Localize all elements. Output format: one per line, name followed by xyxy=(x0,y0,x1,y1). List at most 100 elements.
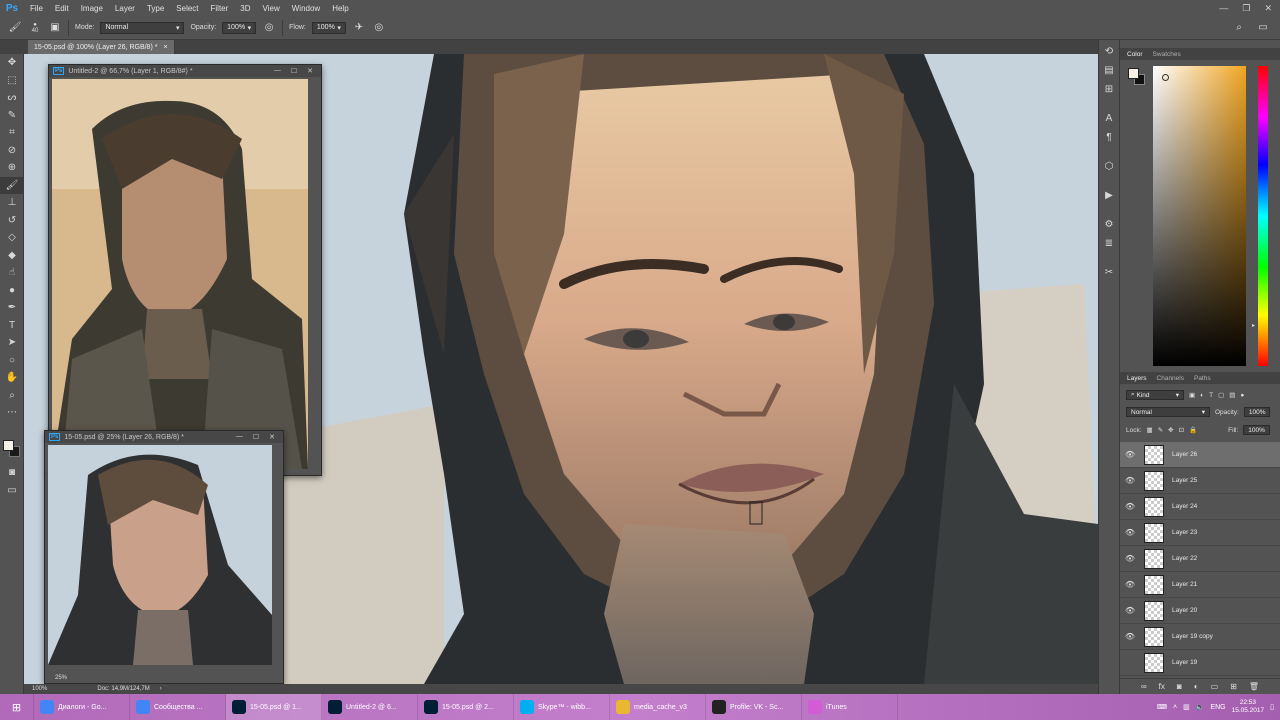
filter-type-icon[interactable]: T xyxy=(1209,392,1213,399)
minimize-icon[interactable]: — xyxy=(274,67,281,75)
brush-tool-icon[interactable]: 🖌 xyxy=(0,176,24,194)
minimize-icon[interactable]: — xyxy=(236,433,243,441)
menu-3d[interactable]: 3D xyxy=(234,4,256,13)
tab-close-icon[interactable]: × xyxy=(163,44,167,51)
zoom-level[interactable]: 100% xyxy=(32,686,47,692)
mode-select[interactable]: Normal ▾ xyxy=(100,21,185,34)
document-tab[interactable]: 15-05.psd @ 100% (Layer 26, RGB/8) * × xyxy=(28,40,175,54)
filter-smart-icon[interactable]: ▤ xyxy=(1229,391,1235,399)
screen-mode-icon[interactable]: ▭ xyxy=(0,482,24,500)
layer-row[interactable]: Layer 19 xyxy=(1120,650,1280,676)
workspace-icon[interactable]: ▭ xyxy=(1256,21,1270,35)
visibility-eye-icon[interactable]: 👁 xyxy=(1120,580,1140,589)
pressure-size-icon[interactable]: ◎ xyxy=(372,21,386,35)
lock-all-icon[interactable]: 🔒 xyxy=(1189,426,1197,434)
menu-view[interactable]: View xyxy=(257,4,286,13)
3d-icon[interactable]: ⬡ xyxy=(1100,159,1118,174)
tab-swatches[interactable]: Swatches xyxy=(1153,51,1181,58)
adjustments-icon[interactable]: ⚙ xyxy=(1100,217,1118,232)
taskbar-app-button[interactable]: Untitled-2 @ 6... xyxy=(322,694,418,720)
add-mask-icon[interactable]: ◙ xyxy=(1177,682,1182,691)
path-select-tool-icon[interactable]: ➤ xyxy=(0,334,24,352)
tab-channels[interactable]: Channels xyxy=(1157,375,1184,382)
lock-transparency-icon[interactable]: ▦ xyxy=(1147,426,1153,434)
close-icon[interactable]: ✕ xyxy=(269,433,275,441)
layer-row[interactable]: 👁 Layer 19 copy xyxy=(1120,624,1280,650)
maximize-icon[interactable]: ☐ xyxy=(291,67,297,75)
pen-tool-icon[interactable]: ✒ xyxy=(0,299,24,317)
quick-select-tool-icon[interactable]: ✎ xyxy=(0,107,24,125)
visibility-eye-icon[interactable]: 👁 xyxy=(1120,502,1140,511)
actions-play-icon[interactable]: ▶ xyxy=(1100,188,1118,203)
fill-input[interactable]: 100% xyxy=(1243,425,1270,435)
paint-bucket-tool-icon[interactable]: ◆ xyxy=(0,247,24,265)
layer-row[interactable]: 👁 Layer 25 xyxy=(1120,468,1280,494)
menu-image[interactable]: Image xyxy=(75,4,109,13)
opacity-input[interactable]: 100% ▾ xyxy=(222,21,257,34)
menu-edit[interactable]: Edit xyxy=(49,4,75,13)
filter-toggle-icon[interactable]: ● xyxy=(1240,392,1244,399)
layer-row[interactable]: 👁 Layer 21 xyxy=(1120,572,1280,598)
new-group-icon[interactable]: ▭ xyxy=(1211,682,1219,691)
canvas-area[interactable]: Ps Untitled-2 @ 66,7% (Layer 1, RGB/8#) … xyxy=(24,54,1098,684)
tray-chevron-icon[interactable]: ˄ xyxy=(1173,704,1177,711)
dodge-tool-icon[interactable]: ● xyxy=(0,282,24,300)
preview-window-titlebar[interactable]: Ps 15-05.psd @ 25% (Layer 26, RGB/8) * —… xyxy=(45,431,283,443)
delete-layer-icon[interactable]: 🗑 xyxy=(1249,682,1259,691)
volume-icon[interactable]: 🔈 xyxy=(1196,703,1205,711)
layer-style-icon[interactable]: fx xyxy=(1159,682,1165,691)
tab-layers[interactable]: Layers xyxy=(1127,375,1147,382)
blend-mode-select[interactable]: Normal ▾ xyxy=(1126,407,1210,417)
hue-slider-handle[interactable]: ▸ xyxy=(1252,322,1255,329)
restore-icon[interactable]: ❐ xyxy=(1242,3,1250,14)
lasso-tool-icon[interactable]: ᔕ xyxy=(0,89,24,107)
shape-tool-icon[interactable]: ○ xyxy=(0,352,24,370)
lock-pixels-icon[interactable]: ✎ xyxy=(1158,426,1163,434)
flow-input[interactable]: 100% ▾ xyxy=(311,21,346,34)
photoshop-logo[interactable]: Ps xyxy=(0,0,24,16)
airbrush-icon[interactable]: ✈ xyxy=(352,21,366,35)
pressure-opacity-icon[interactable]: ◎ xyxy=(262,21,276,35)
hand-tool-icon[interactable]: ✋ xyxy=(0,369,24,387)
hue-slider[interactable] xyxy=(1258,66,1268,366)
minimize-icon[interactable]: — xyxy=(1219,3,1228,14)
type-tool-icon[interactable]: T xyxy=(0,317,24,335)
filter-pixel-icon[interactable]: ▣ xyxy=(1189,391,1195,399)
language-indicator[interactable]: ENG xyxy=(1210,704,1225,711)
reference-window-titlebar[interactable]: Ps Untitled-2 @ 66,7% (Layer 1, RGB/8#) … xyxy=(49,65,321,77)
history-icon[interactable]: ⟲ xyxy=(1100,44,1118,59)
paragraph-icon[interactable]: ¶ xyxy=(1100,130,1118,145)
layer-row[interactable]: 👁 Layer 26 xyxy=(1120,442,1280,468)
layer-row[interactable]: 👁 Layer 23 xyxy=(1120,520,1280,546)
smudge-tool-icon[interactable]: ☝ xyxy=(0,264,24,282)
eyedropper-tool-icon[interactable]: ⊘ xyxy=(0,142,24,160)
taskbar-app-button[interactable]: 15-05.psd @ 1... xyxy=(226,694,322,720)
quick-mask-icon[interactable]: ◙ xyxy=(0,464,24,482)
taskbar-app-button[interactable]: Диалоги - Go... xyxy=(34,694,130,720)
kind-filter-select[interactable]: ⌕ Kind ▾ xyxy=(1126,390,1184,400)
taskbar-app-button[interactable]: Сообщества ... xyxy=(130,694,226,720)
clock[interactable]: 22:53 15.05.2017 xyxy=(1232,699,1265,715)
menu-window[interactable]: Window xyxy=(286,4,326,13)
layer-opacity-input[interactable]: 100% xyxy=(1243,407,1271,417)
foreground-color-swatch[interactable] xyxy=(3,440,14,451)
preview-window[interactable]: Ps 15-05.psd @ 25% (Layer 26, RGB/8) * —… xyxy=(44,430,284,684)
menu-help[interactable]: Help xyxy=(326,4,354,13)
lock-position-icon[interactable]: ✥ xyxy=(1168,426,1173,434)
visibility-eye-icon[interactable]: 👁 xyxy=(1120,554,1140,563)
color-picker-cursor[interactable] xyxy=(1162,74,1169,81)
tab-paths[interactable]: Paths xyxy=(1194,375,1211,382)
reference-window[interactable]: Ps Untitled-2 @ 66,7% (Layer 1, RGB/8#) … xyxy=(48,64,322,476)
character-icon[interactable]: A xyxy=(1100,111,1118,126)
taskbar-app-button[interactable]: media_cache_v3 xyxy=(610,694,706,720)
layer-row[interactable]: 👁 Layer 24 xyxy=(1120,494,1280,520)
adjustment-layer-icon[interactable]: ◐ xyxy=(1194,682,1199,691)
menu-file[interactable]: File xyxy=(24,4,49,13)
eraser-tool-icon[interactable]: ◇ xyxy=(0,229,24,247)
taskbar-app-button[interactable]: Profile: VK - Sc... xyxy=(706,694,802,720)
color-field[interactable] xyxy=(1153,66,1246,366)
visibility-eye-icon[interactable]: 👁 xyxy=(1120,528,1140,537)
menu-layer[interactable]: Layer xyxy=(109,4,141,13)
filter-adjustment-icon[interactable]: ◐ xyxy=(1200,392,1204,399)
more-tools-icon[interactable]: ⋯ xyxy=(0,404,24,422)
